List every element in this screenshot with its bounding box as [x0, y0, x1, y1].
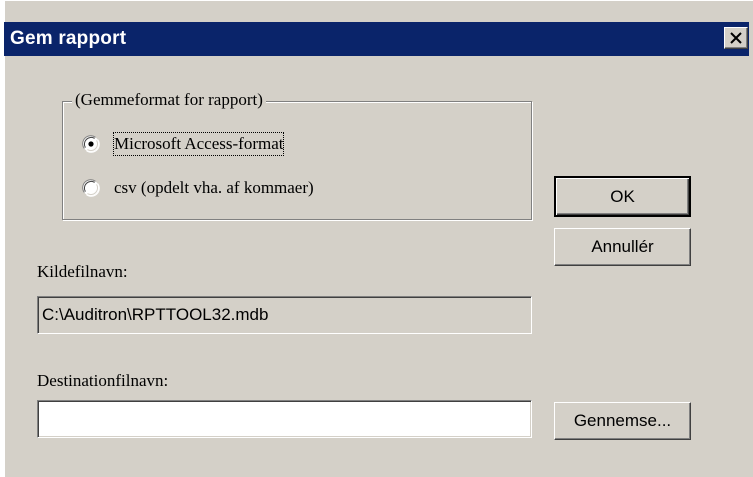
radio-unselected-icon[interactable] [82, 179, 100, 197]
ok-button[interactable]: OK [554, 176, 691, 217]
radio-selected-icon[interactable] [82, 135, 100, 153]
title-bar[interactable]: Gem rapport [4, 22, 749, 56]
source-filename-label: Kildefilnavn: [37, 262, 128, 281]
radio-option-access[interactable]: Microsoft Access-format [82, 132, 382, 157]
cancel-button[interactable]: Annullér [554, 228, 691, 266]
format-group-legend: (Gemmeformat for rapport) [72, 90, 266, 110]
destination-filename-input[interactable] [37, 400, 532, 438]
radio-option-csv[interactable]: csv (opdelt vha. af kommaer) [82, 177, 412, 201]
close-icon [730, 32, 742, 44]
window-title: Gem rapport [10, 28, 127, 49]
close-button[interactable] [724, 27, 748, 49]
source-filename-field[interactable] [37, 296, 532, 334]
browse-button[interactable]: Gennemse... [554, 402, 691, 440]
format-group-box [62, 101, 532, 220]
radio-label-csv[interactable]: csv (opdelt vha. af kommaer) [114, 177, 314, 199]
destination-filename-label: Destinationfilnavn: [37, 371, 169, 390]
radio-label-access[interactable]: Microsoft Access-format [112, 132, 285, 156]
